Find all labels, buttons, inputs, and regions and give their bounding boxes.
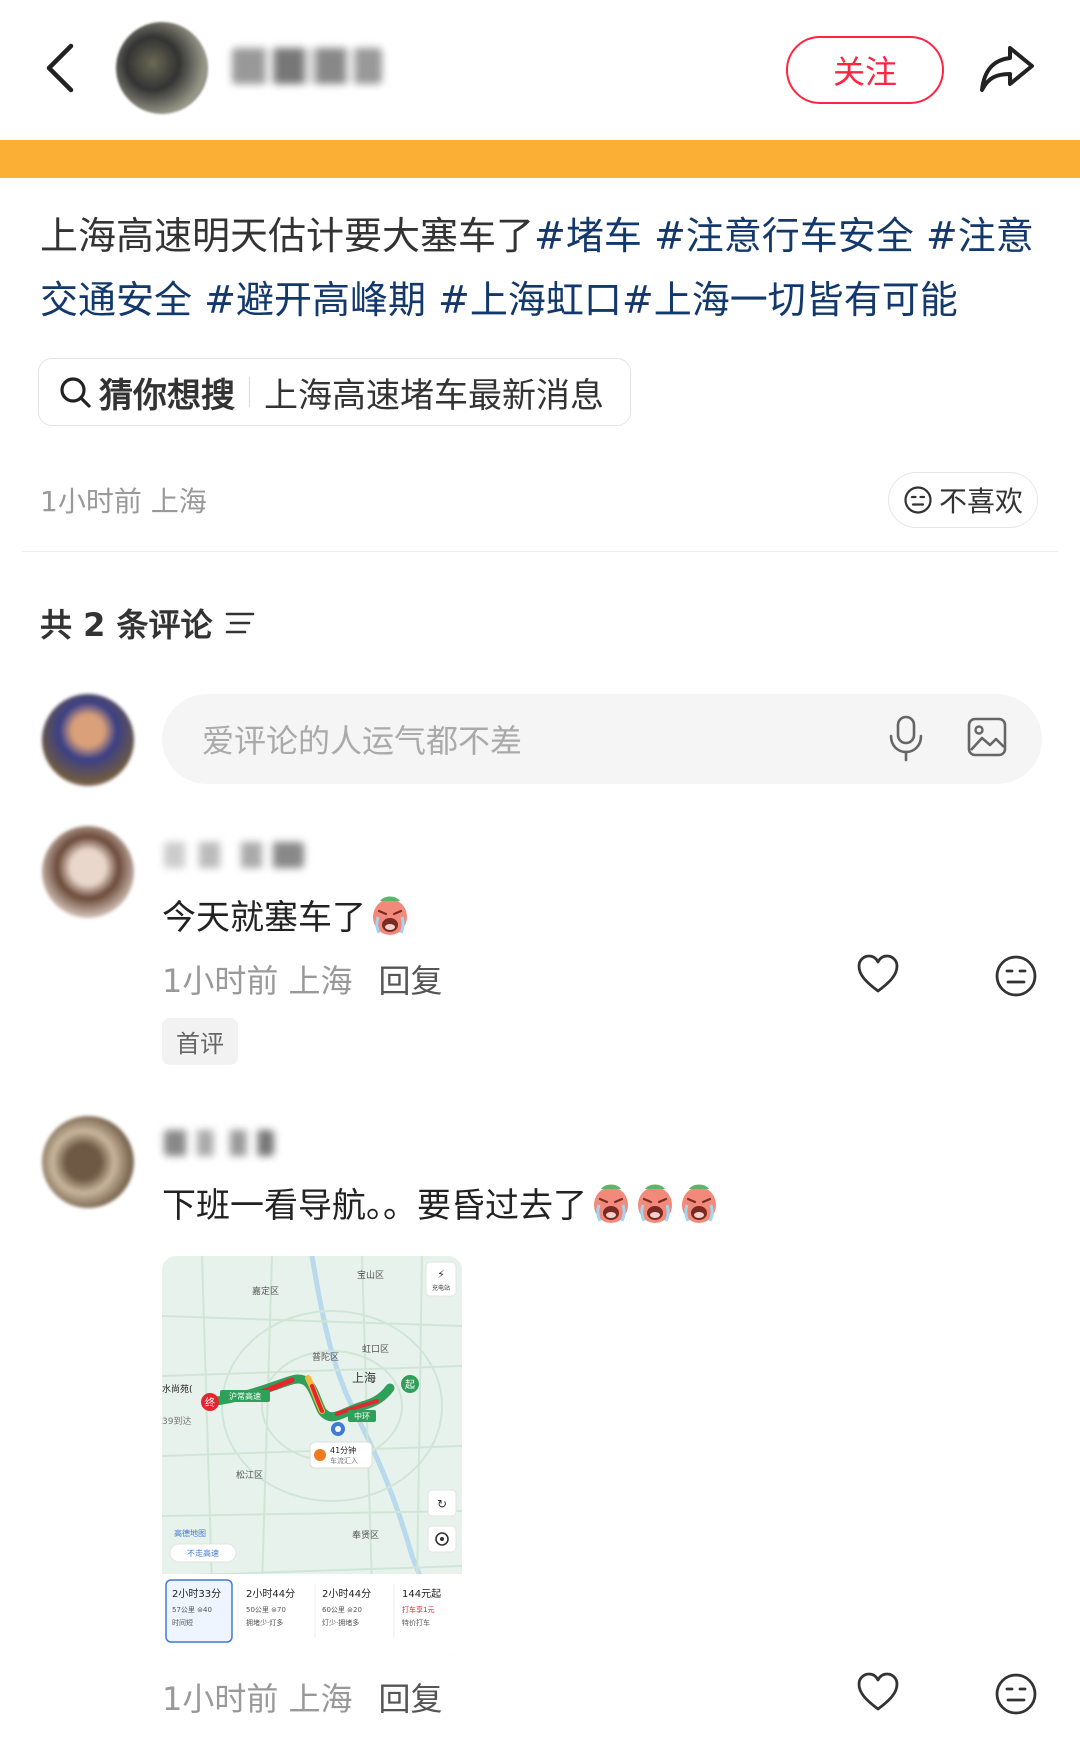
react-button[interactable] (994, 954, 1038, 1002)
district-label: 奉贤区 (352, 1529, 379, 1541)
follow-button[interactable]: 关注 (786, 36, 944, 104)
route-detail: 特价打车 (402, 1618, 430, 1627)
district-label: 39到达 (162, 1415, 191, 1427)
back-button[interactable] (36, 36, 84, 100)
comment-text: 今天就塞车了 (162, 898, 366, 938)
reply-button[interactable]: 回复 (379, 956, 443, 1002)
like-button[interactable] (856, 1672, 900, 1716)
avoid-highway-toggle[interactable]: 不走高速 (187, 1548, 219, 1558)
emoji-group (366, 893, 410, 937)
post-body: 上海高速明天估计要大塞车了#堵车 #注意行车安全 #注意交通安全 #避开高峰期 … (40, 204, 1050, 332)
neutral-face-icon (995, 955, 1037, 997)
neutral-face-icon (904, 486, 932, 514)
route-detail: 时间短 (172, 1618, 193, 1627)
route-duration: 2小时33分 (172, 1588, 221, 1600)
charging-icon[interactable]: ⚡ (437, 1268, 445, 1281)
commenter-avatar[interactable] (42, 1116, 134, 1208)
route-duration: 144元起 (402, 1588, 441, 1600)
post-meta: 1小时前 上海 (40, 485, 207, 518)
dislike-button[interactable]: 不喜欢 (888, 472, 1038, 528)
voice-input-button[interactable] (886, 714, 926, 766)
dislike-label: 不喜欢 (938, 485, 1023, 518)
district-label: 宝山区 (357, 1269, 384, 1281)
first-comment-badge: 首评 (162, 1018, 238, 1065)
route-detail: 50公里 ⊜70 (246, 1606, 286, 1614)
author-avatar[interactable] (116, 22, 208, 114)
comment-meta: 1小时前 上海 回复 (162, 956, 443, 1002)
author-name-blurred[interactable] (232, 48, 382, 84)
hashtag[interactable]: #堵车 (534, 214, 642, 258)
svg-text:起: 起 (405, 1379, 415, 1391)
road-badge: 中环 (354, 1411, 370, 1421)
guess-search-chip[interactable]: 猜你想搜 上海高速堵车最新消息 (38, 358, 631, 426)
comment-text: 下班一看导航。。要昏过去了 (162, 1186, 587, 1226)
reply-button[interactable]: 回复 (379, 1674, 443, 1720)
guess-prefix: 猜你想搜 (99, 375, 235, 416)
district-label: 普陀区 (312, 1351, 339, 1363)
microphone-icon (889, 715, 923, 762)
guess-query: 上海高速堵车最新消息 (264, 375, 604, 416)
my-avatar[interactable] (42, 694, 134, 786)
route-detail: 拥堵少·灯多 (246, 1618, 283, 1627)
route-detail: 60公里 ⊜20 (322, 1606, 362, 1614)
image-icon (967, 717, 1007, 757)
eta-subtext: 车流汇入 (330, 1456, 358, 1465)
comment-meta: 1小时前 上海 回复 (162, 1674, 443, 1720)
comment-time: 1小时前 上海 (162, 962, 353, 1000)
comment-text-row: 下班一看导航。。要昏过去了 (162, 1178, 719, 1227)
commenter-name-blurred[interactable] (164, 1130, 274, 1156)
comment-text-row: 今天就塞车了 (162, 890, 410, 939)
crying-face-emoji-icon (591, 1181, 631, 1225)
divider (249, 377, 250, 407)
navigation-map-image[interactable]: 终 起 嘉定区 宝山区 虹口区 普陀区 上海 松江区 奉贤区 水尚苑( 39到达… (162, 1256, 462, 1656)
crying-face-emoji-icon (679, 1181, 719, 1225)
crying-face-emoji-icon (370, 893, 410, 937)
neutral-face-icon (995, 1673, 1037, 1715)
heart-icon (857, 1672, 899, 1711)
hashtag[interactable]: #上海虹口 (438, 278, 622, 322)
commenter-name-blurred[interactable] (164, 842, 304, 868)
route-duration: 2小时44分 (246, 1588, 295, 1600)
follow-label: 关注 (832, 53, 897, 91)
district-label: 虹口区 (362, 1344, 389, 1355)
route-duration: 2小时44分 (322, 1588, 371, 1600)
district-label: 水尚苑( (162, 1383, 193, 1395)
hashtag[interactable]: #避开高峰期 (204, 278, 426, 322)
commenter-avatar[interactable] (42, 826, 134, 918)
eta-bubble: 41分钟 (330, 1445, 356, 1455)
district-label: 嘉定区 (252, 1285, 279, 1297)
react-button[interactable] (994, 1672, 1038, 1720)
section-divider (22, 551, 1058, 552)
share-button[interactable] (978, 42, 1036, 94)
heart-icon (857, 954, 899, 993)
refresh-icon[interactable]: ↻ (437, 1497, 447, 1511)
map-logo: 高德地图 (174, 1528, 206, 1538)
route-detail: 57公里 ⊜40 (172, 1606, 212, 1614)
comment-count-label: 共 2 条评论 (40, 606, 213, 644)
road-badge: 沪常高速 (229, 1391, 261, 1401)
comment-input-placeholder: 爱评论的人运气都不差 (202, 722, 523, 760)
image-upload-button[interactable] (966, 716, 1008, 762)
route-detail: 灯少·拥堵多 (322, 1618, 359, 1627)
comment-time: 1小时前 上海 (162, 1680, 353, 1718)
svg-text:终: 终 (205, 1396, 215, 1409)
comment-count: 共 2 条评论 (40, 600, 255, 646)
sort-icon[interactable] (225, 610, 255, 636)
chevron-left-icon (46, 43, 74, 93)
orange-banner (0, 140, 1080, 178)
hashtag[interactable]: #注意行车安全 (654, 214, 914, 258)
crying-face-emoji-icon (635, 1181, 675, 1225)
post-text: 上海高速明天估计要大塞车了 (40, 214, 535, 258)
charging-label: 充电站 (432, 1284, 450, 1292)
like-button[interactable] (856, 954, 900, 998)
district-label: 上海 (352, 1370, 376, 1385)
search-icon (60, 377, 91, 408)
emoji-group (587, 1181, 719, 1225)
share-icon (980, 46, 1034, 92)
hashtag[interactable]: #上海一切皆有可能 (622, 278, 958, 322)
district-label: 松江区 (236, 1469, 263, 1481)
route-detail: 打车享1元 (402, 1605, 434, 1614)
map-svg: 终 起 嘉定区 宝山区 虹口区 普陀区 上海 松江区 奉贤区 水尚苑( 39到达… (162, 1256, 462, 1656)
